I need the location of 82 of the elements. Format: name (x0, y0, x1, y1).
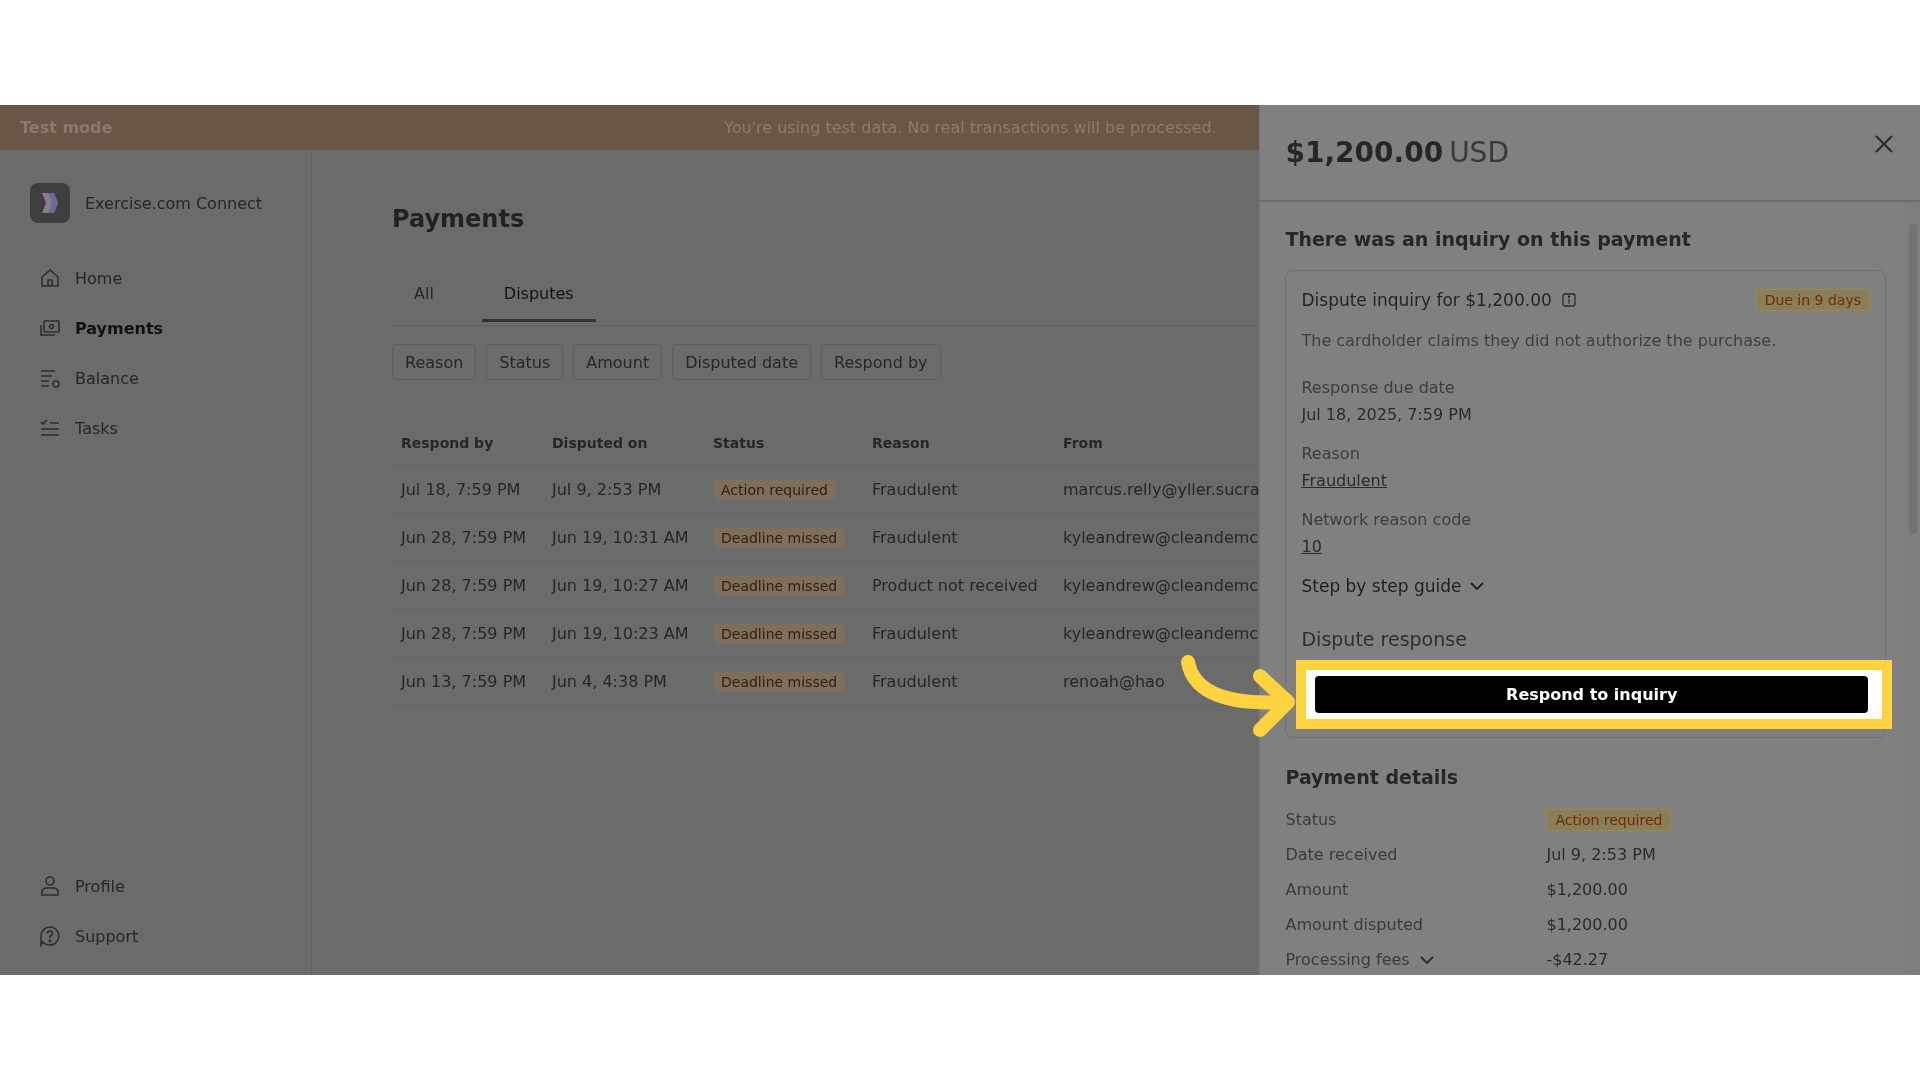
table-cell-text: Jul 9, 2:53 PM (552, 480, 663, 499)
table-cell: kyleandrew@cleandemc (1063, 528, 1260, 547)
sidebar-item[interactable]: Payments (39, 315, 311, 341)
filter-button[interactable]: Amount (573, 344, 663, 380)
table-cell-text: Jul 18, 7:59 PM (399, 480, 522, 499)
inquiry-description: The cardholder claims they did not authorize the purchase. (1301, 331, 1778, 350)
section-heading: There was an inquiry on this payment (1285, 228, 1692, 250)
table-cell-text: Jun 28, 7:59 PM (399, 528, 528, 547)
sidebar-item[interactable]: Support (39, 923, 311, 949)
field-link[interactable]: Fraudulent (1301, 471, 1388, 490)
sidebar-item[interactable]: Home (39, 265, 311, 291)
column-header: Respond by (400, 434, 495, 451)
table-cell: marcus.relly@yller.sucra (1063, 480, 1260, 499)
close-icon[interactable] (1874, 133, 1894, 154)
chevron-down-icon (1469, 581, 1484, 591)
tab[interactable]: Disputes (481, 275, 596, 322)
sidebar-item[interactable]: Profile (39, 873, 311, 899)
filter-button[interactable]: Reason (392, 344, 477, 380)
person-icon (39, 875, 61, 897)
status-badge: Deadline missed (713, 528, 846, 548)
table-cell: kyleandrew@cleandemc (1063, 624, 1260, 643)
status-badge: Deadline missed (713, 576, 846, 596)
table-cell-text: Jun 19, 10:27 AM (552, 576, 690, 595)
guide-toggle[interactable]: Step by step guide (1301, 576, 1484, 596)
column-header: Disputed on (552, 434, 649, 451)
filter-button[interactable]: Respond by (821, 344, 941, 380)
section-heading: Payment details (1285, 766, 1460, 788)
due-badge: Due in 9 days (1755, 289, 1870, 311)
tab[interactable]: All (392, 275, 456, 322)
table-cell-text: Product not received (872, 576, 1039, 595)
table-cell-text: renoah@hao (1063, 672, 1166, 691)
field-label: Network reason code (1301, 510, 1473, 529)
sidebar-item[interactable]: Tasks (39, 415, 311, 441)
table-cell-text: Jun 4, 4:38 PM (552, 672, 668, 691)
sidebar-item[interactable]: Balance (39, 365, 311, 391)
table-cell-text: Jun 19, 10:31 AM (552, 528, 690, 547)
field-label: Reason (1301, 444, 1361, 463)
response-heading: Dispute response (1301, 628, 1468, 650)
table-cell: kyleandrew@cleandemc (1063, 576, 1260, 595)
detail-label: Date received (1285, 845, 1399, 864)
table-cell-text: Jun 19, 10:23 AM (552, 624, 690, 643)
table-cell-text: Jun 28, 7:59 PM (399, 624, 528, 643)
page-title: Payments (392, 205, 526, 233)
detail-label: Amount disputed (1285, 915, 1424, 934)
checklist-icon (39, 417, 61, 439)
payment-amount: $1,200.00 (1285, 136, 1444, 169)
status-badge: Action required (1546, 808, 1672, 831)
detail-label: Status (1285, 810, 1338, 829)
field-label: Response due date (1301, 378, 1456, 397)
table-cell-text: Fraudulent (872, 624, 959, 643)
list-icon (39, 367, 61, 389)
field-link[interactable]: 10 (1301, 537, 1322, 556)
banknote-icon (39, 317, 61, 339)
info-icon[interactable] (1561, 293, 1576, 307)
detail-value: $1,200.00 (1546, 880, 1628, 899)
table-cell-text: Jun 13, 7:59 PM (399, 672, 528, 691)
detail-value: -$42.27 (1546, 950, 1609, 969)
table-cell-text: Fraudulent (872, 528, 959, 547)
table-cell-text: Fraudulent (872, 480, 959, 499)
detail-label: Processing fees (1285, 950, 1547, 969)
filter-button[interactable]: Status (486, 344, 564, 380)
status-badge: Deadline missed (713, 624, 846, 644)
status-badge: Action required (713, 480, 836, 500)
table-cell-text: Fraudulent (872, 672, 959, 691)
respond-button[interactable]: Respond to inquiry (1315, 676, 1868, 713)
detail-value: $1,200.00 (1546, 915, 1628, 934)
column-header: Reason (872, 434, 931, 451)
detail-label: Amount (1285, 880, 1350, 899)
filter-button[interactable]: Disputed date (672, 344, 811, 380)
table-cell-text: Jun 28, 7:59 PM (399, 576, 528, 595)
status-badge: Deadline missed (713, 672, 846, 692)
brand-name: Exercise.com Connect (85, 193, 263, 213)
column-header: From (1063, 434, 1104, 451)
inquiry-title: Dispute inquiry for $1,200.00 (1301, 290, 1552, 310)
detail-value: Jul 9, 2:53 PM (1546, 845, 1656, 864)
house-icon (39, 267, 61, 289)
chevron-down-icon[interactable] (1419, 954, 1434, 965)
column-header: Status (713, 434, 766, 451)
currency-label: USD (1449, 136, 1509, 169)
help-icon (39, 925, 61, 947)
field-value: Jul 18, 2025, 7:59 PM (1301, 405, 1473, 424)
logo-icon (30, 183, 70, 223)
